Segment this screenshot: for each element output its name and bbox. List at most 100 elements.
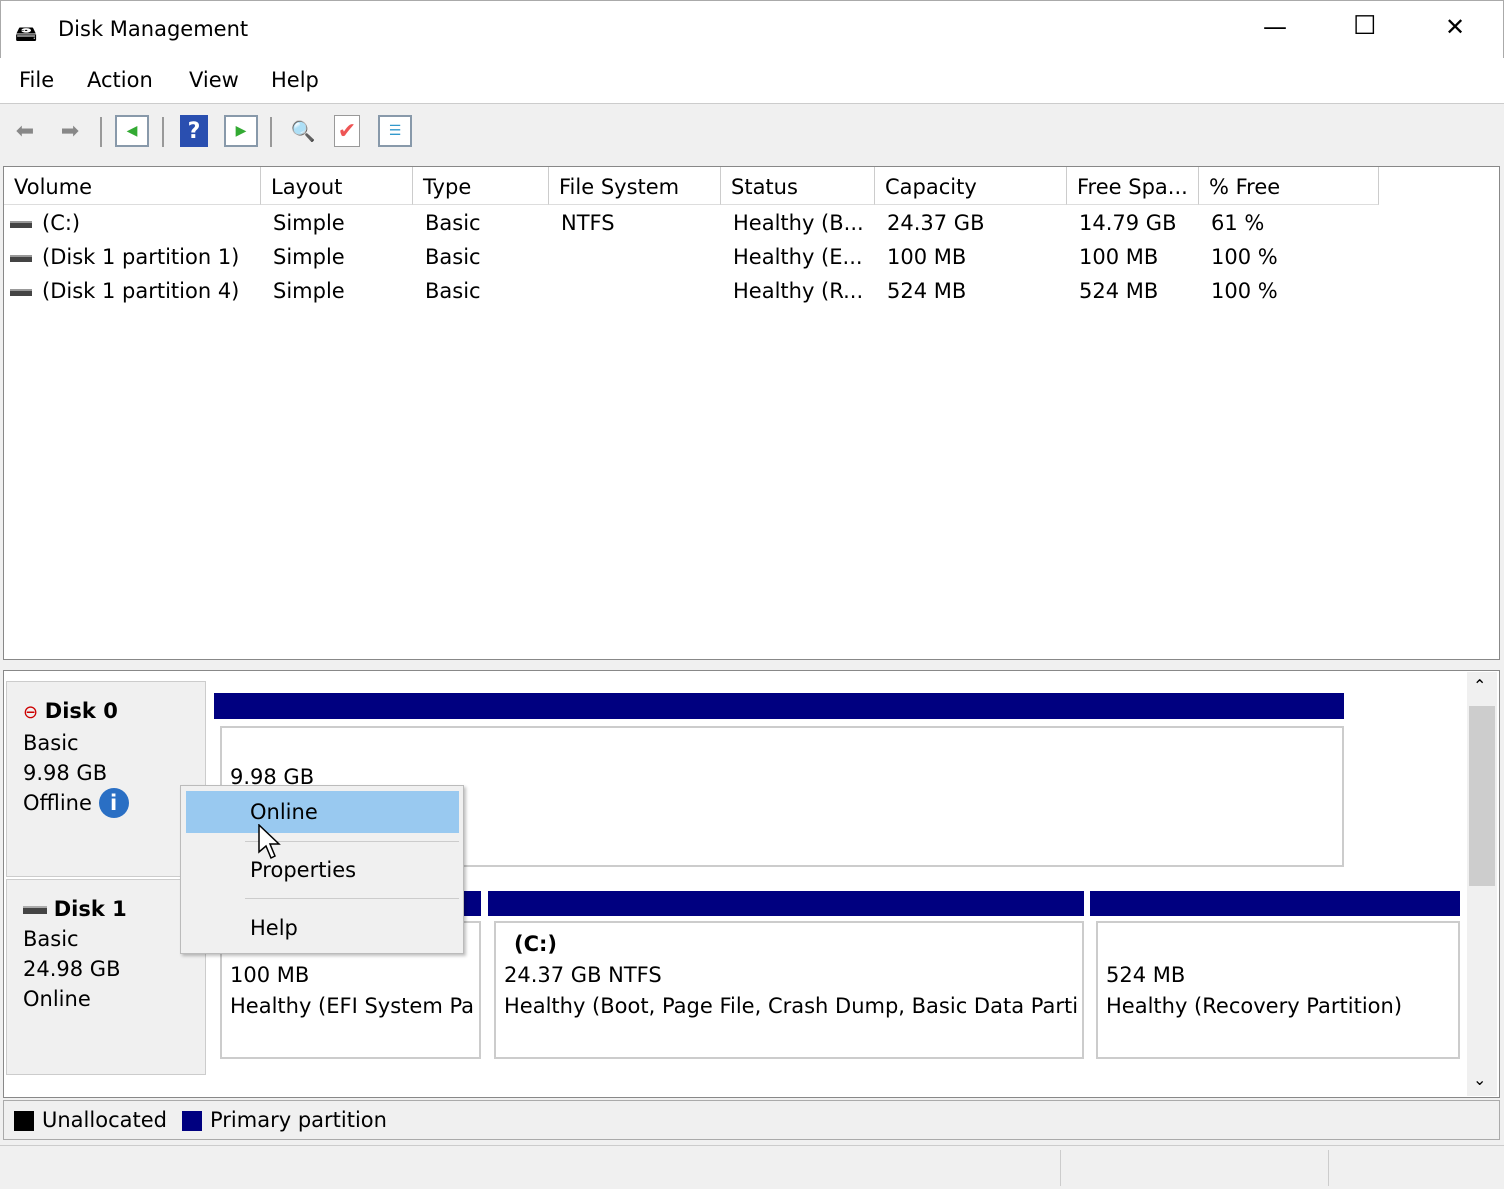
disk-state: Online — [23, 987, 91, 1011]
show-hide-console-tree-icon[interactable]: ◀ — [115, 115, 149, 147]
toolbar-divider — [270, 117, 272, 147]
close-button[interactable]: ✕ — [1445, 13, 1465, 41]
cell-text: NTFS — [561, 211, 615, 235]
recovery-partition[interactable]: 524 MB Healthy (Recovery Partition) — [1096, 921, 1460, 1059]
volume-drive-icon — [10, 254, 32, 262]
maximize-button[interactable]: ☐ — [1353, 11, 1376, 41]
disk-state: Offline — [23, 791, 92, 815]
cell-text: (Disk 1 partition 1) — [42, 245, 240, 269]
disk-management-icon: 🖴 — [15, 22, 38, 47]
column-header-capacity[interactable]: Capacity — [875, 167, 1067, 205]
cell-text: (Disk 1 partition 4) — [42, 279, 240, 303]
cell: 14.79 GB — [1079, 211, 1176, 235]
menu-help[interactable]: Help — [271, 68, 319, 92]
partition-size: 100 MB — [230, 963, 310, 987]
column-header-status[interactable]: Status — [721, 167, 875, 205]
partition-status: Healthy (Recovery Partition) — [1106, 994, 1403, 1018]
cell: 100 % — [1211, 279, 1278, 303]
cell-text: 14.79 GB — [1079, 211, 1177, 235]
partition-header-bar — [214, 693, 1344, 719]
cell-text: Healthy (R... — [733, 279, 864, 303]
cell: (C:) — [10, 211, 80, 235]
menu-file[interactable]: File — [19, 68, 54, 92]
menu-item-online[interactable]: Online — [186, 791, 459, 833]
minimize-button[interactable]: — — [1263, 13, 1287, 41]
column-header-layout[interactable]: Layout — [261, 167, 413, 205]
disk-icon — [23, 906, 47, 914]
volume-drive-icon — [10, 220, 32, 228]
partition-title: (C:) — [514, 932, 558, 956]
cell: Healthy (R... — [733, 279, 863, 303]
disk-0-label[interactable]: ⊖ Disk 0 Basic 9.98 GB Offline i — [6, 681, 206, 877]
forward-icon[interactable]: ➡ — [53, 115, 87, 147]
menu-view[interactable]: View — [189, 68, 239, 92]
show-hide-action-pane-icon[interactable]: ▶ — [224, 115, 258, 147]
info-icon[interactable]: i — [98, 788, 129, 818]
cell-text: Basic — [425, 245, 481, 269]
volume-list: Volume Layout Type File System Status Ca… — [3, 166, 1500, 660]
partition-status: Healthy (Boot, Page File, Crash Dump, Ba… — [504, 994, 1079, 1018]
disk-name: Disk 1 — [53, 897, 127, 921]
cell: Basic — [425, 245, 481, 269]
partition-size: 24.37 GB NTFS — [504, 963, 662, 987]
properties-icon[interactable]: ✔ — [334, 115, 360, 147]
disk-size: 24.98 GB — [23, 957, 121, 981]
scroll-down-icon[interactable]: ⌄ — [1473, 1070, 1486, 1089]
cell-text: 100 MB — [1079, 245, 1159, 269]
cell-text: Simple — [273, 279, 345, 303]
cell: Basic — [425, 279, 481, 303]
column-header-free-space[interactable]: Free Spa... — [1067, 167, 1199, 205]
cell: NTFS — [561, 211, 615, 235]
cell-text: (C:) — [42, 211, 81, 235]
cell-text: 24.37 GB — [887, 211, 985, 235]
cell-text: Basic — [425, 279, 481, 303]
context-menu: Online Properties Help — [180, 785, 464, 954]
column-header-file-system[interactable]: File System — [549, 167, 721, 205]
menu-action[interactable]: Action — [87, 68, 153, 92]
cell-text: 100 % — [1211, 279, 1278, 303]
mouse-cursor-icon — [258, 824, 281, 860]
help-icon[interactable]: ? — [180, 115, 208, 147]
cell: Basic — [425, 211, 481, 235]
menu-item-help[interactable]: Help — [186, 907, 459, 949]
cell-text: Simple — [273, 211, 345, 235]
rescan-disks-icon[interactable]: 🔍 — [286, 115, 320, 147]
partition-status: Healthy (EFI System Pa — [230, 994, 475, 1018]
column-header-volume[interactable]: Volume — [4, 167, 261, 205]
disk-offline-icon: ⊖ — [23, 702, 39, 723]
cell: 100 MB — [1079, 245, 1158, 269]
cell: Healthy (B... — [733, 211, 864, 235]
title-bar: 🖴 Disk Management — ☐ ✕ — [0, 0, 1504, 58]
scroll-up-icon[interactable]: ⌃ — [1473, 676, 1486, 695]
partition-header-bar — [1090, 891, 1460, 916]
checklist-icon[interactable]: ☰ — [378, 115, 412, 147]
cell: 24.37 GB — [887, 211, 984, 235]
cell-text: Simple — [273, 245, 345, 269]
disk-type: Basic — [23, 927, 79, 951]
partition-size: 524 MB — [1106, 963, 1186, 987]
primary-partition-swatch — [182, 1111, 202, 1131]
cell-text: Healthy (B... — [733, 211, 864, 235]
cell: Simple — [273, 245, 345, 269]
vertical-scrollbar[interactable]: ⌃ ⌄ — [1467, 672, 1497, 1096]
cell: 100 % — [1211, 245, 1278, 269]
disk-name: Disk 0 — [44, 699, 118, 723]
cell-text: 524 MB — [1079, 279, 1159, 303]
disk-type: Basic — [23, 731, 79, 755]
cell: 61 % — [1211, 211, 1264, 235]
disk-1-label[interactable]: Disk 1 Basic 24.98 GB Online — [6, 879, 206, 1075]
menu-item-properties[interactable]: Properties — [186, 849, 459, 891]
column-header-type[interactable]: Type — [413, 167, 549, 205]
cell-text: 100 % — [1211, 245, 1278, 269]
column-header-percent-free[interactable]: % Free — [1199, 167, 1379, 205]
cell: (Disk 1 partition 4) — [10, 279, 239, 303]
back-icon[interactable]: ⬅ — [8, 115, 42, 147]
cell-text: 100 MB — [887, 245, 967, 269]
volume-drive-icon — [10, 288, 32, 296]
disk-size: 9.98 GB — [23, 761, 108, 785]
cell-text: 524 MB — [887, 279, 967, 303]
legend: Unallocated Primary partition — [3, 1100, 1500, 1140]
c-drive-partition[interactable]: (C:) 24.37 GB NTFS Healthy (Boot, Page Fil… — [494, 921, 1084, 1059]
cell-text: Basic — [425, 211, 481, 235]
scrollbar-thumb[interactable] — [1469, 706, 1495, 886]
